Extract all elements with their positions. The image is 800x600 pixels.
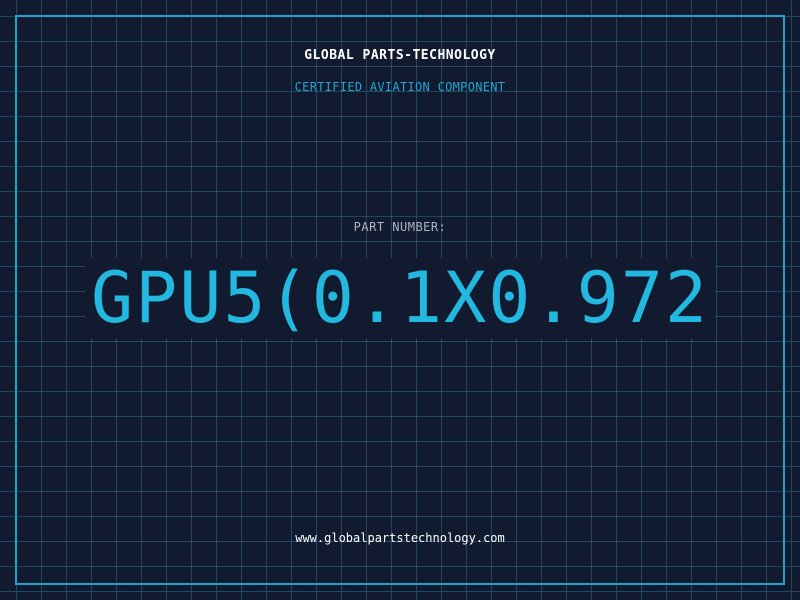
part-number-container: GPU5(0.1X0.972 bbox=[0, 258, 800, 338]
part-number-value: GPU5(0.1X0.972 bbox=[84, 258, 715, 338]
website-url: www.globalpartstechnology.com bbox=[295, 531, 505, 545]
part-number-label: PART NUMBER: bbox=[353, 220, 447, 234]
certification-tagline: CERTIFIED AVIATION COMPONENT bbox=[294, 80, 506, 94]
company-name: GLOBAL PARTS-TECHNOLOGY bbox=[304, 48, 496, 63]
